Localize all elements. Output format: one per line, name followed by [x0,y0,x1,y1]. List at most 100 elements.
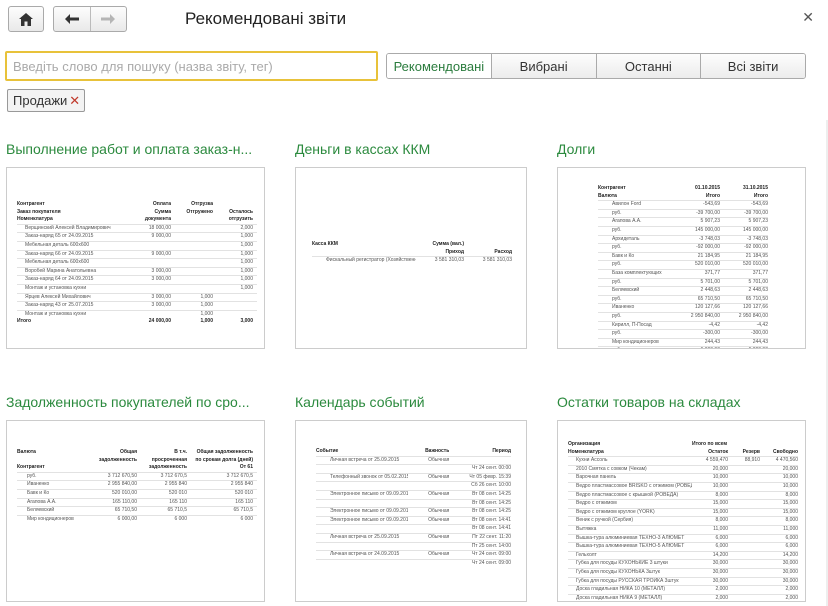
preview-cell: руб. [612,278,622,285]
preview-cell [760,441,798,449]
report-title-work-payments[interactable]: Выполнение работ и оплата заказ-н... [6,141,268,157]
preview-row: Доска гладильная НИКА 9 (МЕТАЛЛ) 2,000 2,0… [568,593,798,601]
preview-cell [129,285,171,293]
preview-row: Ярцев Алексей Михайлович 3 000,00 1,000 [17,292,257,302]
preview-cell: 5 907,23 [700,218,720,225]
preview-cell: 2 955 840 [230,481,253,488]
preview-cell [213,302,253,310]
preview-row: руб. -300,00 -300,00 [598,329,768,338]
back-button[interactable] [54,7,90,31]
report-title-debts[interactable]: Долги [557,141,805,157]
preview-cell [79,464,137,472]
preview-row: Мебельная деталь 600x600 1,000 [17,258,257,267]
report-title-customer-debt-terms[interactable]: Задолженность покупателей по сро... [6,394,268,410]
preview-cell: -300,00 [703,330,720,337]
preview-cell: 65 710,50 [114,507,137,514]
preview-cell: Чт 24 сент. 09:00 [471,559,511,566]
preview-row: Касса ККМ Сумма (вал.) [312,241,512,249]
preview-cell: Ведро пластмассовое BRISKO с отжимом (РО… [576,482,692,489]
report-thumbnail-cash-registers[interactable]: Касса ККМ Сумма (вал.) Приход Расход Фискаль… [295,167,527,349]
tag-filter[interactable]: Продажи ✕ [7,89,86,112]
preview-cell [408,543,450,551]
preview-cell: Заказ-наряд 43 от 25.07.2015 [25,302,94,309]
preview-row: Вышка-тура алюминиевая ТЕХНО-5 АЛЮМЕТ 6,0… [568,542,798,551]
tab-favorites[interactable]: Вибрані [490,54,596,78]
preview-cell: Событие [316,448,339,454]
forward-button[interactable] [89,7,126,31]
preview-cell: -543,69 [703,201,720,208]
preview-cell: Итого [17,318,32,325]
preview-cell: Обычная [428,533,450,540]
preview-cell: 10,000 [782,482,798,489]
preview-row: Иваненко 2 955 840,00 2 955 840 2 955 840 [17,480,257,489]
preview-cell: Валюта [17,449,36,455]
report-thumbnail-work-payments[interactable]: Контрагент Оплата Отгрузка Заказ покупателя… [6,167,265,349]
tab-recent[interactable]: Останні [595,54,701,78]
preview-cell: Валюта [598,192,617,199]
report-thumbnail-event-calendar[interactable]: Событие Важность Период Личная встреча от 2… [295,420,527,602]
preview-row: Губка для посуды РУССКАЯ ТРОЙКА 3штук 30,… [568,576,798,586]
report-title-cash-registers[interactable]: Деньги в кассах ККМ [295,141,527,157]
preview-cell [408,525,450,533]
preview-cell: 2010 Смятка с совком (Чекам) [576,465,647,472]
preview-cell: Вт 08 сент. 14:25 [472,499,511,506]
preview-cell: Вт 08 сент. 14:41 [472,516,511,523]
preview-row: руб. 520 010,00 520 010,00 [598,260,768,269]
preview-cell: 1,000 [200,310,213,317]
preview-cell [728,509,760,517]
preview-cell: руб. [612,244,622,251]
preview-row: руб. -39 700,00 -39 700,00 [598,208,768,218]
preview-cell: руб. [612,295,622,302]
preview-cell: 1,000 [200,302,213,309]
preview-cell: Ведро с отжимом [576,500,617,507]
preview-cell: 371,77 [752,269,768,276]
report-thumbnail-warehouse-stock[interactable]: Организация Итого по всем складам Номенкла… [557,420,806,602]
preview-row: Итого 24 000,00 1,000 3,000 [17,318,257,326]
preview-cell: 15,000 [712,508,728,515]
preview-row: Электронное письмо от 09.09.2015 Обычная В… [316,507,511,516]
preview-cell: -92 000,00 [744,244,768,251]
tab-recommended[interactable]: Рекомендовані [387,54,491,78]
preview-cell: Обычная [428,508,450,515]
preview-cell [728,526,760,534]
preview-cell: Архидеталь [612,235,640,242]
preview-row: задолженность просроченная по срокам долга… [17,457,257,465]
preview-cell: Ведро с отжимом круглое (YORK) [576,508,655,515]
preview-cell: 3 000,00 [151,267,171,274]
preview-cell: Ярцев Алексей Михайлович [25,293,91,300]
preview-cell: Беляевский [27,507,55,514]
report-title-warehouse-stock[interactable]: Остатки товаров на складах [557,394,805,410]
preview-cell: 30,000 [782,568,798,575]
preview-cell: документа [144,216,171,223]
preview-cell [171,268,213,276]
preview-cell: 5 907,23 [748,218,768,225]
arrow-left-icon [64,14,79,24]
preview-row: Варочная панель 10,000 10,000 [568,473,798,482]
home-button[interactable] [8,6,44,32]
preview-cell: 5 701,00 [748,278,768,285]
preview-row: Губка для посуды КУХОНЬКИЕ 3 штуки 30,000… [568,559,798,568]
tab-all-reports[interactable]: Всі звіти [700,54,805,78]
preview-cell: 30,000 [712,560,728,567]
preview-cell: 4 559,470 [705,457,728,464]
preview-row: Контрагент Оплата Отгрузка [17,201,257,209]
close-icon[interactable]: ✕ [802,9,814,26]
report-thumbnail-debts[interactable]: Контрагент 01.10.2015 31.10.2015 Валюта Итог… [557,167,806,349]
remove-tag-icon[interactable]: ✕ [69,93,80,109]
preview-cell: 6 000,00 [720,347,768,348]
report-title-event-calendar[interactable]: Календарь событий [295,394,527,410]
search-input[interactable] [5,51,378,81]
preview-cell: 2,000 [240,224,253,231]
report-thumbnail-customer-debt-terms[interactable]: Валюта Общая В т.ч. Общая задолженность задо… [6,420,265,602]
preview-cell: 145 000,00 [742,226,768,233]
preview-cell: 21 184,95 [697,252,720,259]
preview-cell: Контрагент [17,464,45,471]
preview-cell: 10,000 [712,482,728,489]
preview-cell: руб. [612,226,622,233]
preview-cell [728,483,760,491]
preview-row: Валюта Итого Итого [598,193,768,201]
preview-row: Контрагент задолженность От 61 [17,464,257,472]
report-preview: Контрагент Оплата Отгрузка Заказ покупателя… [17,201,257,326]
preview-cell [408,465,450,473]
preview-cell: Контрагент [17,201,45,207]
